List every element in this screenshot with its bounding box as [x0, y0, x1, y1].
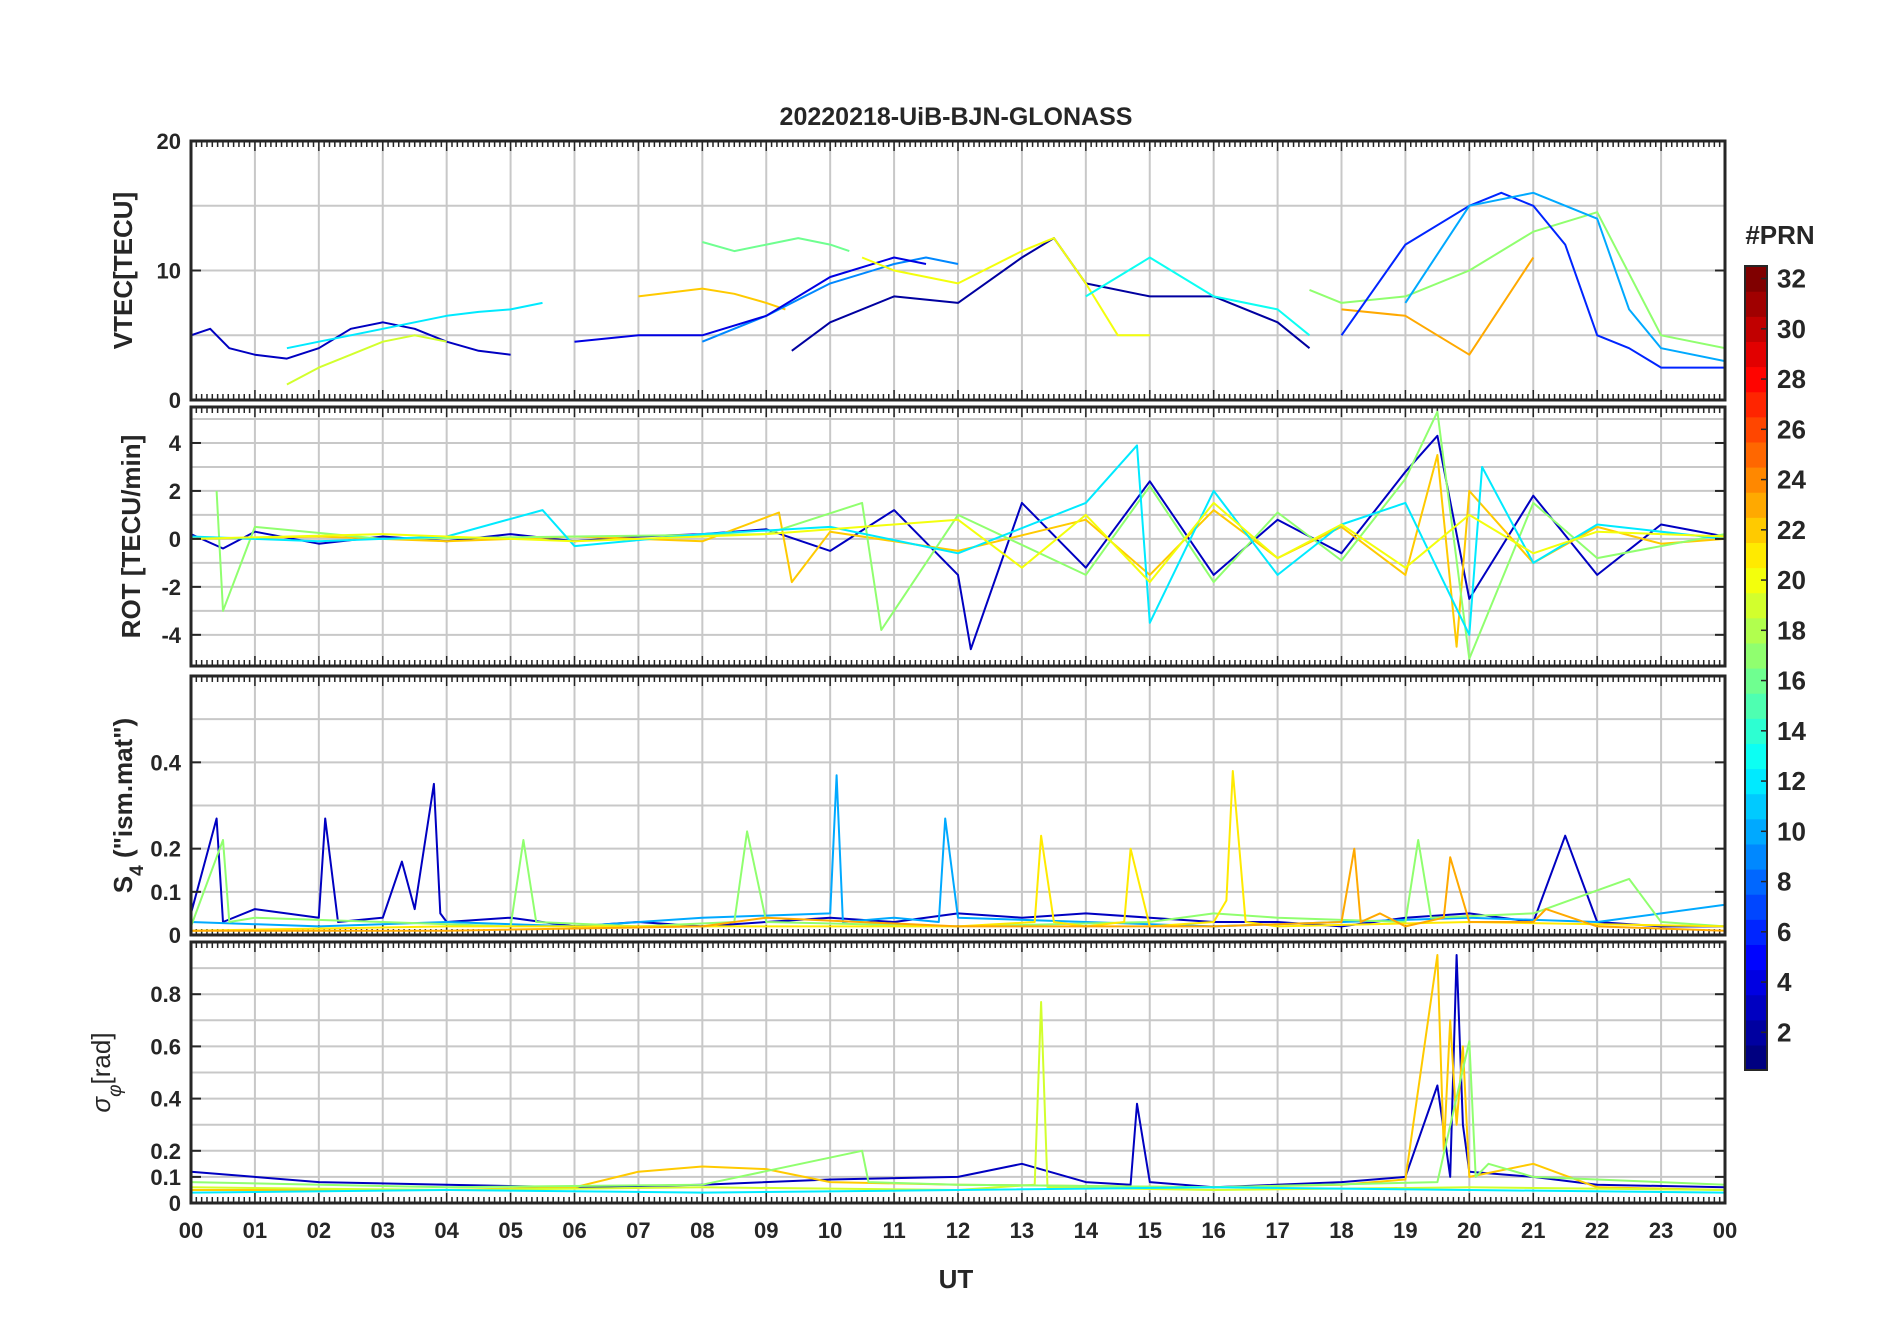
x-tick-label-2: 02: [307, 1218, 331, 1243]
y-axis-label-main-sigma: σ: [86, 1096, 116, 1113]
y-axis-label-rest-sigma: [rad]: [86, 1032, 116, 1084]
x-tick-label-8: 08: [690, 1218, 714, 1243]
colorbar-label: #PRN: [1745, 220, 1814, 250]
y-tick-label-rot-2: 0: [169, 527, 181, 552]
colorbar-tick-label-1: 4: [1777, 967, 1792, 997]
colorbar-segment-5: [1745, 944, 1767, 971]
x-tick-label-20: 20: [1457, 1218, 1481, 1243]
colorbar-segment-27: [1745, 391, 1767, 418]
colorbar-tick-label-10: 22: [1777, 515, 1806, 545]
y-tick-label-sigma-3: 0.4: [150, 1087, 181, 1112]
colorbar-tick-label-14: 30: [1777, 314, 1806, 344]
x-tick-label-13: 13: [1010, 1218, 1034, 1243]
colorbar-segment-19: [1745, 592, 1767, 619]
chart-figure: 01020VTEC[TECU]-4-2024ROT [TECU/min]00.1…: [0, 0, 1902, 1330]
colorbar-segment-15: [1745, 693, 1767, 719]
panel-rot: -4 -2 0 2 4 ROT [TECU/min]: [116, 405, 1727, 668]
x-tick-label-5: 05: [498, 1218, 522, 1243]
colorbar-tick-label-3: 8: [1777, 867, 1791, 897]
x-tick-label-24: 00: [1713, 1218, 1737, 1243]
colorbar-tick-label-11: 24: [1777, 465, 1806, 495]
panel-s4: 0 0.1 0.2 0.4 S4 ("ism.mat"): [108, 674, 1727, 948]
colorbar-segment-1: [1745, 1044, 1767, 1071]
x-tick-label-14: 14: [1074, 1218, 1099, 1243]
x-tick-label-10: 10: [818, 1218, 842, 1243]
panel-sigma: 00.10.2 0.4 0.6 0.8 σφ[rad]: [86, 940, 1727, 1216]
colorbar-segment-11: [1745, 793, 1767, 820]
y-tick-label-s4-0: 0: [169, 923, 181, 948]
chart-root: 0 10 20 VTEC[TECU] -4 -2 0 2 4 ROT [TECU/min] 0 0.1…: [0, 0, 1902, 1330]
y-tick-label-rot-1: -2: [161, 575, 181, 600]
x-tick-label-22: 22: [1585, 1218, 1609, 1243]
y-tick-label-sigma-4: 0.6: [150, 1034, 181, 1059]
x-tick-label-21: 21: [1521, 1218, 1545, 1243]
panel-vtec: 0 10 20 VTEC[TECU]: [108, 129, 1727, 413]
colorbar-segment-13: [1745, 743, 1767, 770]
x-tick-label-0: 00: [179, 1218, 203, 1243]
x-tick-label-23: 23: [1649, 1218, 1673, 1243]
x-tick-label-7: 07: [626, 1218, 650, 1243]
colorbar-segment-23: [1745, 492, 1767, 518]
colorbar-segment-29: [1745, 341, 1767, 368]
y-tick-label-rot-0: -4: [161, 623, 181, 648]
y-tick-label-s4-2: 0.2: [150, 837, 181, 862]
y-tick-label-rot-4: 4: [169, 431, 182, 456]
colorbar-segment-31: [1745, 291, 1767, 317]
colorbar-segment-21: [1745, 542, 1767, 569]
y-tick-label-s4-1: 0.1: [150, 880, 181, 905]
x-tick-label-15: 15: [1138, 1218, 1162, 1243]
colorbar-segment-25: [1745, 441, 1767, 468]
colorbar-tick-label-6: 14: [1777, 716, 1806, 746]
y-axis-label-main-s4: S: [108, 876, 138, 893]
colorbar-tick-label-5: 12: [1777, 766, 1806, 796]
y-axis-label-sub-s4: 4: [127, 865, 148, 876]
colorbar-tick-label-13: 28: [1777, 364, 1806, 394]
x-tick-label-16: 16: [1201, 1218, 1225, 1243]
colorbar-tick-label-12: 26: [1777, 414, 1806, 444]
y-tick-label-vtec-0: 0: [169, 388, 181, 413]
y-tick-label-s4-3: 0.4: [150, 750, 181, 775]
x-axis-label: UT: [939, 1264, 974, 1294]
panels: 01020VTEC[TECU]-4-2024ROT [TECU/min]00.1…: [86, 129, 1737, 1243]
colorbar-tick-label-0: 2: [1777, 1017, 1791, 1047]
colorbar-segment-17: [1745, 642, 1767, 669]
x-tick-label-4: 04: [434, 1218, 459, 1243]
colorbar-segment-7: [1745, 894, 1767, 920]
y-tick-label-vtec-1: 10: [157, 259, 181, 284]
x-tick-label-9: 09: [754, 1218, 778, 1243]
x-tick-label-17: 17: [1265, 1218, 1289, 1243]
x-tick-label-11: 11: [882, 1218, 905, 1243]
colorbar-tick-label-2: 6: [1777, 917, 1791, 947]
colorbar-tick-label-4: 10: [1777, 816, 1806, 846]
y-axis-label-sub-sigma: φ: [105, 1084, 126, 1096]
y-axis-label-rest-s4: ("ism.mat"): [108, 718, 138, 865]
x-tick-label-6: 06: [562, 1218, 586, 1243]
y-tick-label-sigma-5: 0.8: [150, 982, 181, 1007]
x-tick-label-12: 12: [946, 1218, 970, 1243]
x-tick-label-19: 19: [1393, 1218, 1417, 1243]
x-tick-label-18: 18: [1329, 1218, 1353, 1243]
y-axis-label-rot: ROT [TECU/min]: [116, 435, 146, 639]
colorbar-tick-label-15: 32: [1777, 264, 1806, 294]
colorbar-tick-label-7: 16: [1777, 666, 1806, 696]
y-tick-label-sigma-2: 0.2: [150, 1139, 181, 1164]
colorbar-segment-9: [1745, 843, 1767, 870]
colorbar-tick-label-9: 20: [1777, 565, 1806, 595]
y-tick-label-sigma-0: 0: [169, 1191, 181, 1216]
colorbar-segment-3: [1745, 994, 1767, 1021]
colorbar-tick-label-8: 18: [1777, 615, 1806, 645]
chart-title: 20220218-UiB-BJN-GLONASS: [780, 103, 1133, 131]
x-tick-label-3: 03: [371, 1218, 395, 1243]
y-axis-label-vtec: VTEC[TECU]: [108, 192, 138, 349]
x-tick-label-1: 01: [243, 1218, 267, 1243]
y-tick-label-rot-3: 2: [169, 479, 181, 504]
y-tick-label-vtec-2: 20: [157, 129, 181, 154]
y-tick-label-sigma-1: 0.1: [150, 1165, 181, 1190]
